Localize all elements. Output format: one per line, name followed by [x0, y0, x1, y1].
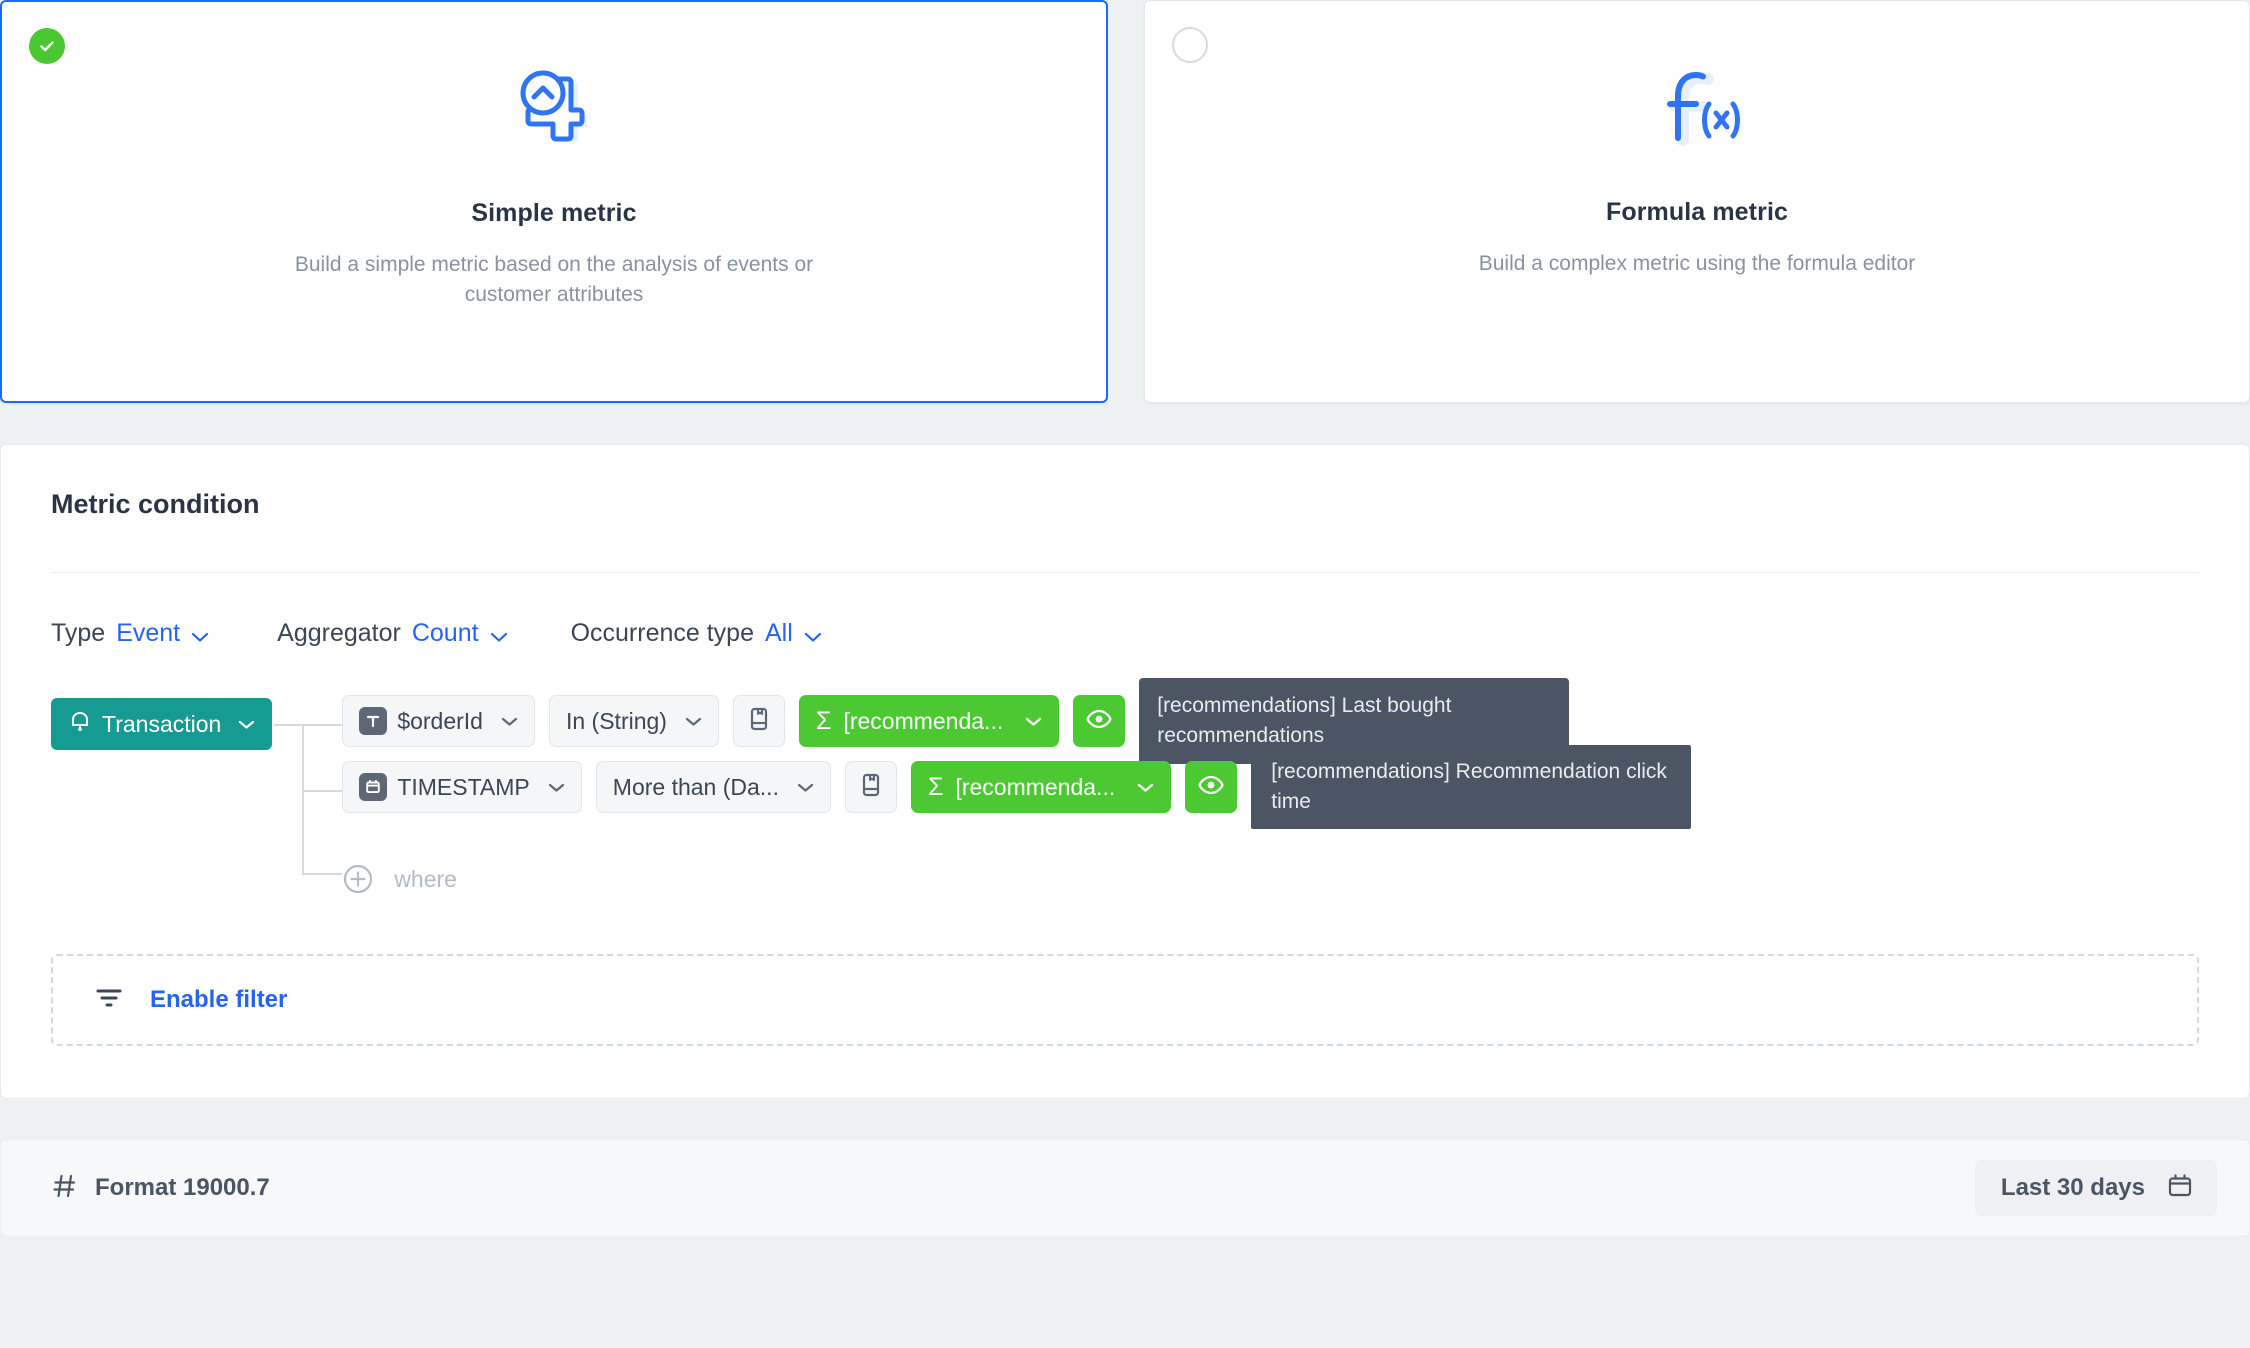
selected-check-icon[interactable] — [29, 28, 65, 64]
condition-row: TIMESTAMP More than (Da... Σ [recommenda… — [342, 744, 2199, 830]
chevron-down-icon[interactable] — [804, 631, 822, 643]
add-where-label: where — [394, 865, 457, 892]
eye-icon — [1085, 705, 1113, 738]
radio-unselected-icon[interactable] — [1172, 27, 1208, 63]
chevron-down-icon[interactable] — [1025, 716, 1042, 727]
metric-type-title-simple: Simple metric — [471, 199, 637, 227]
value-selector-recommendations[interactable]: Σ [recommenda... — [798, 695, 1060, 747]
hash-icon — [51, 1172, 79, 1205]
calendar-icon — [359, 773, 388, 801]
metric-type-description-formula: Build a complex metric using the formula… — [1478, 252, 1916, 275]
attribute-label: $orderId — [397, 707, 483, 734]
text-type-icon — [359, 707, 388, 735]
preview-eye-button[interactable] — [1073, 695, 1126, 747]
date-range-button[interactable]: Last 30 days — [1974, 1160, 2217, 1216]
selector-type-value[interactable]: Event — [116, 619, 180, 648]
operator-label: In (String) — [565, 707, 667, 734]
plus-circle-icon[interactable] — [342, 863, 374, 895]
date-range-label: Last 30 days — [2000, 1174, 2145, 1201]
sigma-icon: Σ — [927, 772, 944, 801]
number-four-chevron-icon — [502, 57, 606, 161]
value-label: [recommenda... — [843, 707, 1004, 734]
bell-icon — [69, 709, 91, 739]
condition-selectors: Type Event Aggregator Count Occurrence t… — [51, 619, 2199, 648]
operator-selector-in-string[interactable]: In (String) — [548, 695, 719, 747]
metric-type-card-formula[interactable]: Formula metric Build a complex metric us… — [1144, 0, 2250, 403]
selector-type: Type Event — [51, 619, 209, 648]
metric-builder-page: Simple metric Build a simple metric base… — [0, 0, 2250, 1348]
tree-connector — [274, 688, 343, 912]
enable-filter-button[interactable]: Enable filter — [51, 954, 2199, 1046]
operator-selector-more-than[interactable]: More than (Da... — [595, 761, 831, 813]
function-fx-icon — [1645, 56, 1749, 160]
condition-tree: Transaction $orderId In (String) Σ [reco… — [51, 677, 2199, 912]
book-icon — [747, 706, 771, 737]
book-icon-button[interactable] — [844, 761, 897, 813]
chevron-down-icon[interactable] — [191, 631, 209, 643]
chevron-down-icon[interactable] — [685, 716, 702, 727]
book-icon — [859, 772, 883, 803]
chevron-down-icon[interactable] — [490, 631, 508, 643]
chevron-down-icon[interactable] — [501, 716, 518, 727]
selector-occurrence-value[interactable]: All — [765, 619, 793, 648]
event-selector-transaction[interactable]: Transaction — [51, 698, 273, 750]
metric-type-card-simple[interactable]: Simple metric Build a simple metric base… — [0, 0, 1108, 403]
metric-type-title-formula: Formula metric — [1605, 198, 1788, 226]
chevron-down-icon[interactable] — [1137, 782, 1154, 793]
sigma-icon: Σ — [815, 706, 832, 735]
selector-aggregator-value[interactable]: Count — [412, 619, 479, 648]
attribute-label: TIMESTAMP — [397, 773, 530, 800]
attribute-selector-timestamp[interactable]: TIMESTAMP — [342, 761, 582, 813]
value-selector-recommendations[interactable]: Σ [recommenda... — [910, 761, 1172, 813]
format-button[interactable]: Format 19000.7 — [51, 1172, 270, 1205]
filter-icon — [93, 984, 125, 1017]
selector-type-label: Type — [51, 619, 106, 647]
event-pill-container: Transaction — [51, 688, 273, 912]
attribute-selector-orderid[interactable]: $orderId — [342, 695, 535, 747]
selector-occurrence-label: Occurrence type — [570, 619, 754, 647]
eye-icon — [1197, 771, 1225, 804]
metric-footer-bar: Format 19000.7 Last 30 days — [0, 1139, 2250, 1237]
selector-aggregator-label: Aggregator — [277, 619, 401, 647]
selector-occurrence-type: Occurrence type All — [571, 619, 822, 648]
chevron-down-icon[interactable] — [238, 719, 255, 730]
calendar-icon — [2165, 1171, 2195, 1206]
metric-condition-panel: Metric condition Type Event Aggregator C… — [0, 444, 2250, 1099]
panel-divider — [51, 572, 2199, 573]
condition-rows: $orderId In (String) Σ [recommenda... [r… — [342, 677, 2199, 912]
add-where-row[interactable]: where — [342, 846, 2199, 912]
enable-filter-label: Enable filter — [150, 986, 288, 1013]
preview-eye-button[interactable] — [1185, 761, 1238, 813]
value-tooltip: [recommendations] Recommendation click t… — [1251, 744, 1692, 830]
chevron-down-icon[interactable] — [548, 782, 565, 793]
metric-type-selector: Simple metric Build a simple metric base… — [0, 0, 2250, 403]
value-label: [recommenda... — [955, 773, 1116, 800]
event-pill-label: Transaction — [102, 710, 222, 737]
format-label: Format 19000.7 — [95, 1174, 270, 1201]
selector-aggregator: Aggregator Count — [277, 619, 507, 648]
operator-label: More than (Da... — [612, 773, 779, 800]
chevron-down-icon[interactable] — [797, 782, 814, 793]
page-title: Metric condition — [51, 489, 260, 519]
book-icon-button[interactable] — [732, 695, 785, 747]
metric-type-description-simple: Build a simple metric based on the analy… — [294, 253, 814, 307]
